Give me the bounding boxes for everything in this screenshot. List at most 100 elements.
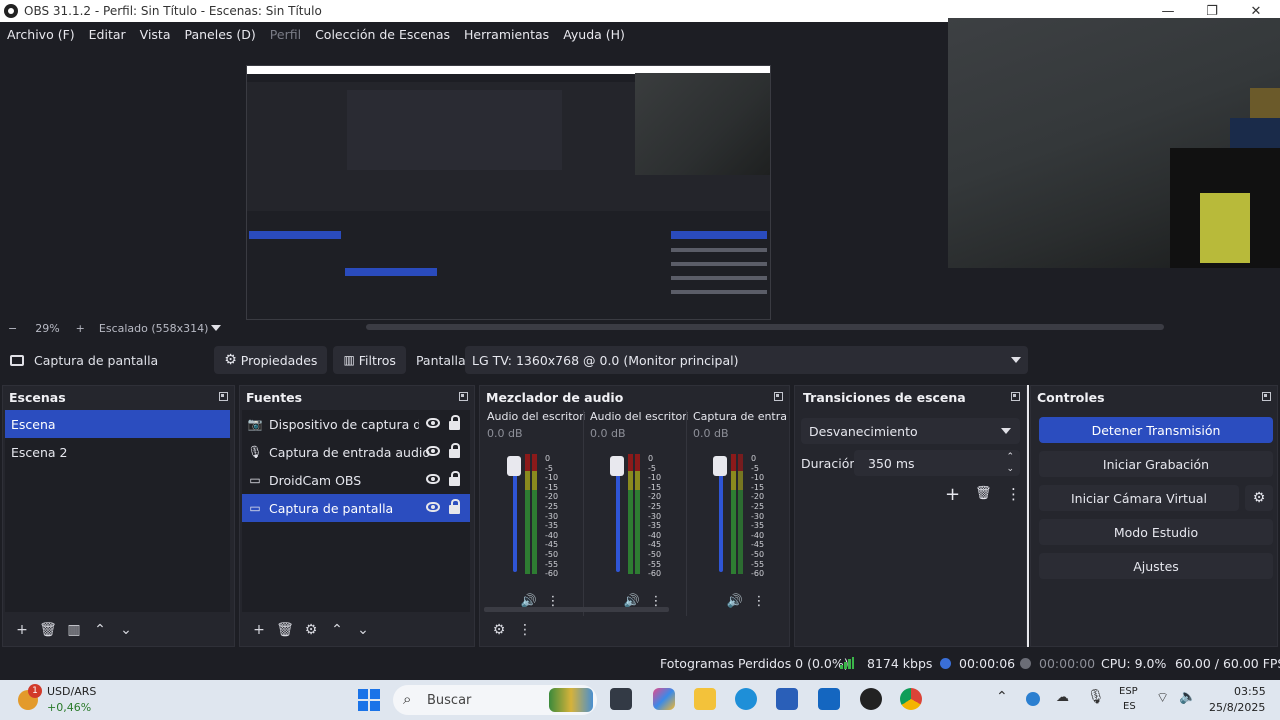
monitor-icon (10, 354, 24, 366)
mixer-scrollbar[interactable] (484, 607, 669, 612)
scene-item[interactable]: Escena 2 (5, 438, 230, 466)
task-view-icon[interactable] (610, 688, 632, 710)
chevron-up-icon[interactable]: ⌃ (87, 618, 113, 642)
menu-docks[interactable]: Paneles (D) (185, 27, 256, 42)
undock-icon[interactable] (1262, 392, 1271, 401)
tray-cloud-icon[interactable]: ☁ (1056, 690, 1069, 705)
level-meter (731, 454, 736, 574)
zoom-in-button[interactable]: + (76, 322, 85, 335)
source-item[interactable]: ▭ Captura de pantalla (242, 494, 470, 522)
start-recording-button[interactable]: Iniciar Grabación (1039, 451, 1273, 477)
volume-slider-handle[interactable] (713, 456, 727, 476)
transition-select[interactable]: Desvanecimiento (801, 418, 1020, 444)
source-item[interactable]: 🎙 Captura de entrada audio (242, 438, 470, 466)
outlook-icon[interactable] (818, 688, 840, 710)
studio-mode-button[interactable]: Modo Estudio (1039, 519, 1273, 545)
chrome-icon[interactable] (900, 688, 922, 710)
properties-button[interactable]: ⚙ Propiedades (214, 346, 328, 374)
volume-slider[interactable] (719, 460, 723, 572)
source-item[interactable]: ▭ DroidCam OBS (242, 466, 470, 494)
volume-slider-handle[interactable] (507, 456, 521, 476)
source-item[interactable]: 📷 Dispositivo de captura de v (242, 410, 470, 438)
controls-dock: Controles Detener Transmisión Iniciar Gr… (1030, 385, 1278, 647)
volume-slider[interactable] (616, 460, 620, 572)
add-icon[interactable]: + (945, 484, 960, 505)
taskbar-search[interactable]: ⌕ Buscar (393, 685, 597, 715)
eye-icon[interactable] (426, 474, 440, 484)
undock-icon[interactable] (459, 392, 468, 401)
eye-icon[interactable] (426, 446, 440, 456)
lock-icon[interactable] (449, 499, 460, 514)
filters-button[interactable]: ▥ Filtros (333, 346, 406, 374)
dock-splitter[interactable] (1027, 385, 1029, 647)
eye-icon[interactable] (426, 418, 440, 428)
speaker-icon[interactable]: 🔊 (723, 594, 747, 609)
trash-icon[interactable]: 🗑 (975, 486, 992, 501)
more-icon[interactable]: ⋮ (747, 594, 771, 609)
duration-input[interactable]: 350 ms ⌃ ⌄ (854, 450, 1020, 476)
wifi-icon[interactable]: ⌔ (1156, 689, 1169, 707)
copilot-icon[interactable] (653, 688, 675, 710)
chevron-down-icon (1001, 428, 1011, 434)
eye-icon[interactable] (426, 502, 440, 512)
add-icon[interactable]: + (9, 618, 35, 642)
edge-browser-icon[interactable] (735, 688, 757, 710)
transitions-dock: Transiciones de escena Desvanecimiento D… (794, 385, 1027, 647)
advanced-audio-gear-icon[interactable]: ⚙ (486, 618, 512, 642)
level-meter (738, 454, 743, 574)
filter-icon[interactable]: ▥ (61, 618, 87, 642)
stop-streaming-button[interactable]: Detener Transmisión (1039, 417, 1273, 443)
level-meter (635, 454, 640, 574)
clock-time[interactable]: 03:55 (1234, 685, 1266, 698)
menu-view[interactable]: Vista (140, 27, 171, 42)
more-icon[interactable]: ⋮ (512, 618, 538, 642)
volume-slider-handle[interactable] (610, 456, 624, 476)
gear-icon[interactable]: ⚙ (298, 618, 324, 642)
nested-obs-capture (246, 65, 771, 320)
preview-scrollbar[interactable] (366, 324, 1164, 330)
microphone-icon[interactable]: 🎙 (1087, 689, 1105, 705)
menu-help[interactable]: Ayuda (H) (563, 27, 625, 42)
display-select[interactable]: LG TV: 1360x768 @ 0.0 (Monitor principal… (465, 346, 1028, 374)
source-toolbar: Captura de pantalla ⚙ Propiedades ▥ Filt… (0, 342, 1280, 378)
scene-item[interactable]: Escena (5, 410, 230, 438)
chevron-down-icon[interactable]: ⌄ (113, 618, 139, 642)
language-top[interactable]: ESP (1119, 686, 1138, 697)
chevron-up-icon[interactable]: ⌃ (324, 618, 350, 642)
more-icon[interactable]: ⋮ (1006, 485, 1021, 503)
source-list: 📷 Dispositivo de captura de v 🎙 Captura … (242, 410, 470, 612)
tray-app-icon[interactable] (1026, 692, 1040, 706)
windows-start-icon[interactable] (358, 689, 380, 711)
add-icon[interactable]: + (246, 618, 272, 642)
dock-title: Fuentes (240, 386, 474, 408)
file-explorer-icon[interactable] (694, 688, 716, 710)
undock-icon[interactable] (1011, 392, 1020, 401)
start-virtual-camera-button[interactable]: Iniciar Cámara Virtual (1039, 485, 1239, 511)
stepper-icon[interactable]: ⌃ ⌄ (1006, 451, 1014, 475)
volume-icon[interactable]: 🔈 (1179, 689, 1196, 705)
settings-button[interactable]: Ajustes (1039, 553, 1273, 579)
trash-icon[interactable]: 🗑 (272, 618, 298, 642)
lock-icon[interactable] (449, 415, 460, 430)
undock-icon[interactable] (774, 392, 783, 401)
menu-tools[interactable]: Herramientas (464, 27, 549, 42)
obs-taskbar-icon[interactable] (860, 688, 882, 710)
chevron-up-icon[interactable]: ⌃ (996, 689, 1008, 705)
menu-scene-collection[interactable]: Colección de Escenas (315, 27, 450, 42)
volume-slider[interactable] (513, 460, 517, 572)
scale-dropdown-icon[interactable] (211, 325, 221, 331)
obs-logo-icon (4, 4, 18, 18)
undock-icon[interactable] (219, 392, 228, 401)
ticker-name[interactable]: USD/ARS (47, 685, 96, 698)
virtual-camera-settings-gear-icon[interactable]: ⚙ (1245, 485, 1273, 511)
microsoft-store-icon[interactable] (776, 688, 798, 710)
zoom-out-button[interactable]: − (8, 322, 17, 335)
menu-file[interactable]: Archivo (F) (7, 27, 75, 42)
menu-profile[interactable]: Perfil (270, 27, 301, 42)
lock-icon[interactable] (449, 471, 460, 486)
menu-edit[interactable]: Editar (89, 27, 126, 42)
trash-icon[interactable]: 🗑 (35, 618, 61, 642)
gear-icon: ⚙ (224, 352, 237, 368)
chevron-down-icon[interactable]: ⌄ (350, 618, 376, 642)
lock-icon[interactable] (449, 443, 460, 458)
